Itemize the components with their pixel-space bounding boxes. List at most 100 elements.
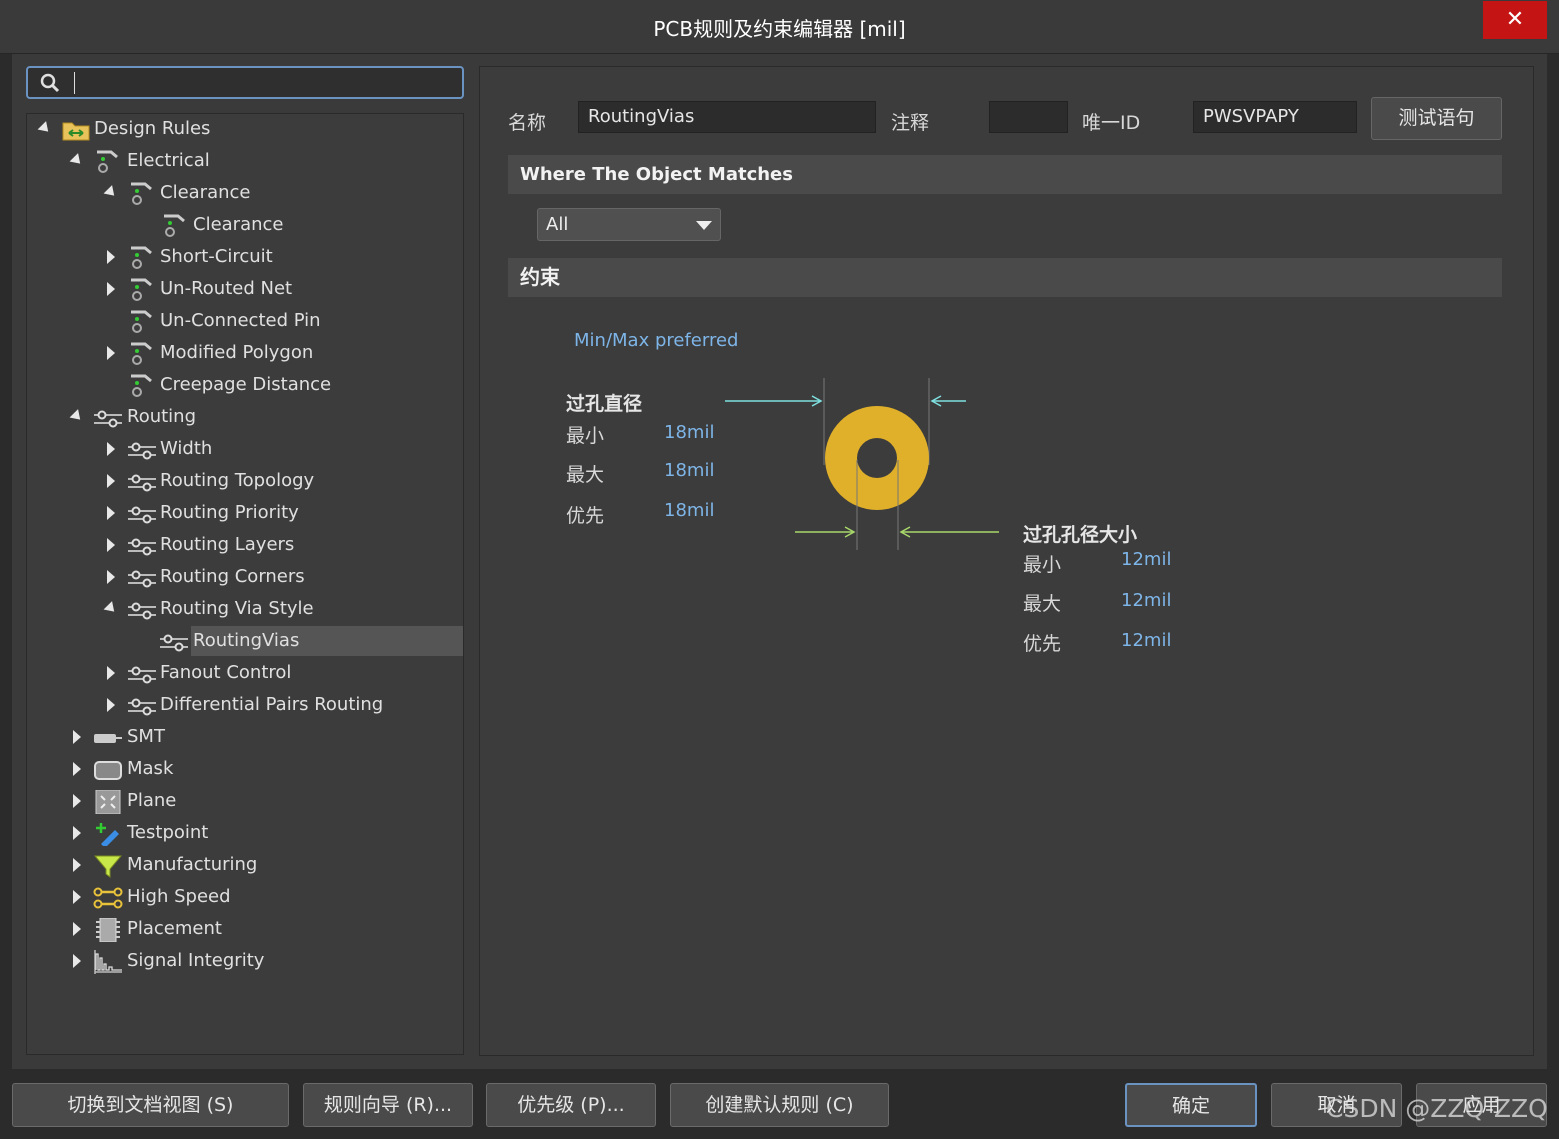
hole-size-min-value[interactable]: 12mil [1121, 549, 1171, 570]
tree-item-clearance-group[interactable]: Clearance [27, 178, 463, 208]
tree-item-manufacturing[interactable]: Manufacturing [27, 850, 463, 880]
tree-label: Fanout Control [160, 662, 292, 683]
tree-item-diff-pairs-routing[interactable]: Differential Pairs Routing [27, 690, 463, 720]
expand-icon[interactable] [107, 570, 115, 584]
collapse-icon[interactable] [69, 409, 85, 424]
where-matches-header: Where The Object Matches [508, 155, 1502, 194]
routing-rule-icon [94, 410, 122, 428]
routing-rule-icon [128, 602, 156, 620]
switch-doc-view-button[interactable]: 切换到文档视图 (S) [12, 1083, 289, 1127]
tree-item-testpoint[interactable]: Testpoint [27, 818, 463, 848]
via-diameter-min-value[interactable]: 18mil [664, 422, 714, 443]
expand-icon[interactable] [73, 762, 81, 776]
tree-item-routing-vias[interactable]: RoutingVias [160, 626, 463, 656]
close-button[interactable]: ✕ [1483, 1, 1547, 39]
hole-size-max-value[interactable]: 12mil [1121, 590, 1171, 611]
mask-icon [94, 761, 122, 780]
via-diameter-max-label: 最大 [566, 464, 605, 486]
via-diameter-pref-label: 优先 [566, 505, 605, 527]
hole-size-max-label: 最大 [1023, 593, 1062, 615]
tree-item-unconnected-pin[interactable]: Un-Connected Pin [27, 306, 463, 336]
collapse-icon[interactable] [37, 121, 53, 136]
hole-size-pref-value[interactable]: 12mil [1121, 630, 1171, 651]
routing-rule-icon [128, 474, 156, 492]
match-scope-select[interactable]: All [537, 208, 721, 241]
tree-label: Routing Via Style [160, 598, 314, 619]
create-default-rules-button[interactable]: 创建默认规则 (C) [670, 1083, 889, 1127]
tree-item-smt[interactable]: SMT [27, 722, 463, 752]
electrical-rule-icon [131, 278, 152, 301]
tree-item-width[interactable]: Width [27, 434, 463, 464]
expand-icon[interactable] [107, 282, 115, 296]
collapse-icon[interactable] [69, 153, 85, 168]
tree-item-fanout-control[interactable]: Fanout Control [27, 658, 463, 688]
tree-item-plane[interactable]: Plane [27, 786, 463, 816]
hole-size-pref-label: 优先 [1023, 633, 1062, 655]
tree-item-placement[interactable]: Placement [27, 914, 463, 944]
expand-icon[interactable] [73, 858, 81, 872]
rule-tree[interactable]: Design Rules Electrical Clearance Cleara… [26, 113, 464, 1055]
rule-wizard-button[interactable]: 规则向导 (R)... [303, 1083, 473, 1127]
expand-icon[interactable] [107, 442, 115, 456]
ok-button[interactable]: 确定 [1125, 1083, 1257, 1127]
via-diameter-pref-value[interactable]: 18mil [664, 500, 714, 521]
expand-icon[interactable] [73, 890, 81, 904]
search-box[interactable] [26, 66, 464, 99]
testpoint-icon [96, 823, 119, 846]
tree-item-design-rules[interactable]: Design Rules [27, 114, 463, 144]
tree-label: Plane [127, 790, 177, 811]
expand-icon[interactable] [107, 698, 115, 712]
via-diameter-max-value[interactable]: 18mil [664, 460, 714, 481]
name-field[interactable]: RoutingVias [578, 101, 876, 133]
tree-item-electrical[interactable]: Electrical [27, 146, 463, 176]
collapse-icon[interactable] [103, 185, 119, 200]
via-diameter-title: 过孔直径 [566, 393, 643, 415]
expand-icon[interactable] [107, 538, 115, 552]
expand-icon[interactable] [73, 826, 81, 840]
constraints-header: 约束 [508, 258, 1502, 297]
test-query-button[interactable]: 测试语句 [1371, 97, 1502, 140]
tree-item-routing-topology[interactable]: Routing Topology [27, 466, 463, 496]
tree-label: Un-Routed Net [160, 278, 293, 299]
tree-item-high-speed[interactable]: High Speed [27, 882, 463, 912]
tree-item-creepage-distance[interactable]: Creepage Distance [27, 370, 463, 400]
unique-id-field[interactable]: PWSVPAPY [1193, 101, 1357, 133]
expand-icon[interactable] [73, 954, 81, 968]
tree-label: Differential Pairs Routing [160, 694, 384, 715]
expand-icon[interactable] [107, 250, 115, 264]
search-input[interactable] [74, 72, 454, 94]
chevron-down-icon [696, 221, 712, 230]
tree-item-modified-polygon[interactable]: Modified Polygon [27, 338, 463, 368]
tree-item-routing-via-style[interactable]: Routing Via Style [27, 594, 463, 624]
expand-icon[interactable] [73, 730, 81, 744]
via-hole [857, 438, 897, 478]
hole-size-min-label: 最小 [1023, 554, 1062, 576]
routing-rule-icon [128, 442, 156, 460]
expand-icon[interactable] [107, 666, 115, 680]
priority-button[interactable]: 优先级 (P)... [486, 1083, 656, 1127]
tree-item-unrouted-net[interactable]: Un-Routed Net [27, 274, 463, 304]
tree-item-routing-priority[interactable]: Routing Priority [27, 498, 463, 528]
expand-icon[interactable] [73, 922, 81, 936]
expand-icon[interactable] [107, 474, 115, 488]
tree-item-routing[interactable]: Routing [27, 402, 463, 432]
high-speed-icon [93, 887, 123, 909]
tree-item-routing-layers[interactable]: Routing Layers [27, 530, 463, 560]
tree-item-mask[interactable]: Mask [27, 754, 463, 784]
comment-field[interactable] [989, 101, 1068, 133]
tree-item-signal-integrity[interactable]: Signal Integrity [27, 946, 463, 976]
tree-item-short-circuit[interactable]: Short-Circuit [27, 242, 463, 272]
collapse-icon[interactable] [103, 601, 119, 616]
tree-label: Mask [127, 758, 174, 779]
folder-icon [62, 122, 90, 141]
tree-label: High Speed [127, 886, 231, 907]
expand-icon[interactable] [73, 794, 81, 808]
tree-label: Manufacturing [127, 854, 258, 875]
expand-icon[interactable] [107, 346, 115, 360]
tree-item-routing-corners[interactable]: Routing Corners [27, 562, 463, 592]
expand-icon[interactable] [107, 506, 115, 520]
tree-item-clearance-rule[interactable]: Clearance [27, 210, 463, 240]
routing-rule-icon [128, 538, 156, 556]
tree-label: Electrical [127, 150, 210, 171]
tree-label: Routing [127, 406, 197, 427]
